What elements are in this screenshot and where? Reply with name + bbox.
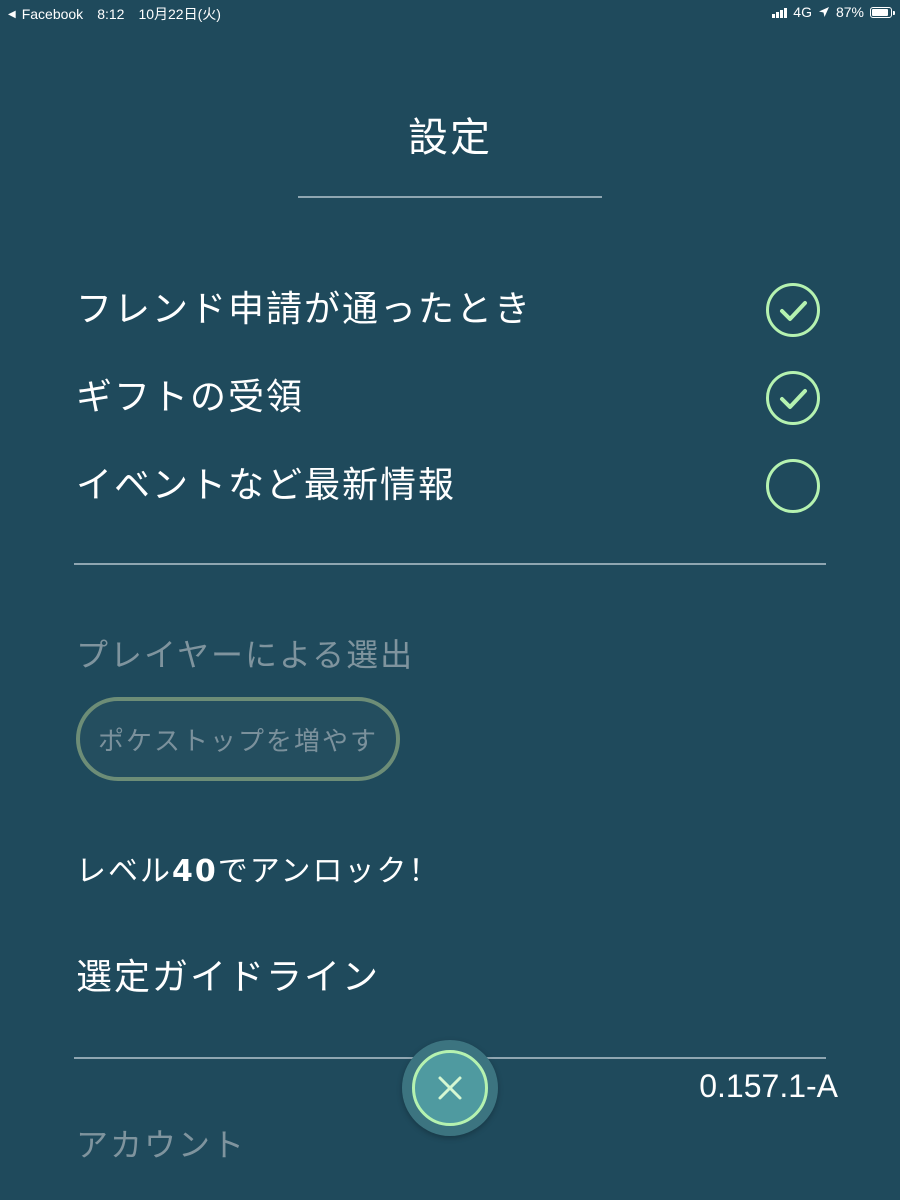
checkmark-circle-icon[interactable] [766,371,820,425]
status-date: 10月22日(火) [138,6,221,22]
checkmark-circle-icon[interactable] [766,459,820,513]
checkmark-circle-icon[interactable] [766,283,820,337]
status-bar-right: 4G 87% [772,4,895,20]
status-time: 8:12 [97,6,125,22]
back-arrow-icon[interactable]: ◀ [8,9,16,20]
location-arrow-icon [818,7,829,17]
notification-label: フレンド申請が通ったとき [76,289,533,330]
battery-percent: 87% [835,4,864,20]
section-divider [74,563,826,565]
app-version: 0.157.1-A [699,1068,838,1104]
notification-label: イベントなど最新情報 [76,465,457,506]
unlock-level: 40 [172,854,218,889]
notification-label: ギフトの受領 [76,377,305,418]
unlock-prefix: レベル [76,854,172,889]
back-app-label[interactable]: Facebook [22,6,83,22]
notification-row-event-news[interactable]: イベントなど最新情報 [76,456,824,516]
status-bar: ◀ Facebook 8:12 10月22日(火) 4G 87% [0,0,900,24]
unlock-suffix: でアンロック！ [217,854,441,889]
close-button[interactable] [402,1040,498,1136]
notification-row-gift-received[interactable]: ギフトの受領 [76,368,824,428]
add-pokestop-button[interactable]: ポケストップを増やす [76,697,400,781]
player-selection-heading: プレイヤーによる選出 [76,636,415,674]
status-bar-left: ◀ Facebook 8:12 10月22日(火) [8,4,221,24]
signal-strength-icon [772,6,788,18]
account-heading: アカウント [76,1126,247,1164]
close-x-icon[interactable] [412,1050,488,1126]
title-divider [298,196,602,198]
unlock-requirement-text: レベル40でアンロック！ [76,846,441,890]
network-type: 4G [793,4,812,20]
battery-icon [870,6,895,18]
page-title: 設定 [408,115,492,161]
notification-row-friend-request[interactable]: フレンド申請が通ったとき [76,280,824,340]
selection-guideline-link[interactable]: 選定ガイドライン [76,948,380,1000]
